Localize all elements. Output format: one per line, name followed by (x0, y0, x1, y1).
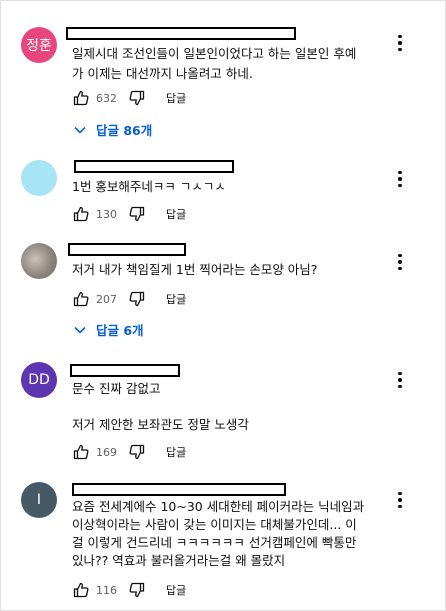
comment-actions: 169 답글 (72, 442, 186, 462)
more-options-icon[interactable] (392, 169, 408, 189)
comment-line: 걸 이렇게 건드리네 ㅋㅋㅋㅋㅋㅋ 선거캠페인에 빡통만 (72, 535, 357, 550)
reply-button[interactable]: 답글 (166, 90, 186, 106)
chevron-down-icon (74, 122, 86, 137)
like-icon[interactable] (72, 581, 90, 599)
dislike-icon[interactable] (128, 290, 146, 308)
view-replies-button[interactable]: 답글 6개 (74, 320, 144, 339)
comment-line (72, 398, 407, 416)
comment-line: 저거 내가 책임질게 1번 찍어라는 손모양 아님? (72, 262, 318, 277)
more-options-icon[interactable] (392, 252, 408, 272)
redacted-username (68, 243, 186, 256)
chevron-down-icon (74, 322, 86, 337)
avatar[interactable]: 정훈 (21, 27, 57, 63)
comment-line: 가 이제는 대선까지 나올려고 하네. (72, 66, 253, 81)
like-icon[interactable] (72, 290, 90, 308)
avatar-initials: I (36, 492, 42, 508)
avatar[interactable] (21, 243, 57, 279)
avatar-initials: DD (28, 372, 50, 388)
redacted-username (74, 160, 234, 173)
comment-line: 이상혁이라는 사람이 갖는 이미지는 대체불가인데... 이 (72, 517, 357, 532)
reply-button[interactable]: 답글 (166, 206, 186, 222)
comment-text: 문수 진짜 감없고 저거 제안한 보좌관도 정말 노생각 (72, 380, 407, 434)
avatar[interactable]: DD (21, 362, 57, 398)
comment-line: 있나?? 역효과 불러올거라는걸 왜 몰랐지 (72, 553, 286, 568)
like-count: 130 (96, 207, 117, 221)
redacted-username (66, 27, 296, 40)
comment-text: 1번 홍보해주네ㅋㅋ ㄱㅅㄱㅅ (72, 177, 407, 197)
comment-actions: 130 답글 (72, 204, 186, 224)
redacted-username (70, 364, 180, 377)
comment-line: 일제시대 조선인들이 일본인이었다고 하는 일본인 후예 (72, 46, 357, 61)
comment-actions: 632 답글 (72, 88, 186, 108)
more-options-icon[interactable] (392, 370, 408, 390)
like-icon[interactable] (72, 205, 90, 223)
more-options-icon[interactable] (392, 490, 408, 510)
comment-text: 저거 내가 책임질게 1번 찍어라는 손모양 아님? (72, 260, 407, 280)
replies-count-label: 답글 6개 (96, 323, 144, 338)
comment-line: 문수 진짜 감없고 (72, 381, 161, 396)
avatar[interactable]: I (21, 482, 57, 518)
reply-button[interactable]: 답글 (166, 444, 186, 460)
dislike-icon[interactable] (128, 89, 146, 107)
redacted-username (72, 483, 286, 496)
avatar[interactable] (21, 160, 57, 196)
comment-actions: 207 답글 (72, 289, 186, 309)
comment-text: 일제시대 조선인들이 일본인이었다고 하는 일본인 후예 가 이제는 대선까지 … (72, 44, 407, 84)
reply-button[interactable]: 답글 (166, 291, 186, 307)
comment-line: 저거 제안한 보좌관도 정말 노생각 (72, 417, 249, 432)
like-icon[interactable] (72, 443, 90, 461)
like-count: 632 (96, 91, 117, 105)
like-count: 207 (96, 292, 117, 306)
like-count: 169 (96, 445, 117, 459)
comment-line: 요즘 전세계에수 10~30 세대한테 페이커라는 닉네임과 (72, 499, 365, 514)
avatar-initials: 정훈 (26, 38, 52, 54)
comment-actions: 116 답글 (72, 580, 186, 600)
comment-line: 1번 홍보해주네ㅋㅋ ㄱㅅㄱㅅ (72, 179, 226, 194)
more-options-icon[interactable] (392, 33, 408, 53)
reply-button[interactable]: 답글 (166, 582, 186, 598)
replies-count-label: 답글 86개 (96, 123, 153, 138)
like-count: 116 (96, 583, 117, 597)
dislike-icon[interactable] (128, 443, 146, 461)
dislike-icon[interactable] (128, 205, 146, 223)
like-icon[interactable] (72, 89, 90, 107)
view-replies-button[interactable]: 답글 86개 (74, 120, 152, 139)
dislike-icon[interactable] (128, 581, 146, 599)
comment-text: 요즘 전세계에수 10~30 세대한테 페이커라는 닉네임과 이상혁이라는 사람… (72, 498, 407, 570)
